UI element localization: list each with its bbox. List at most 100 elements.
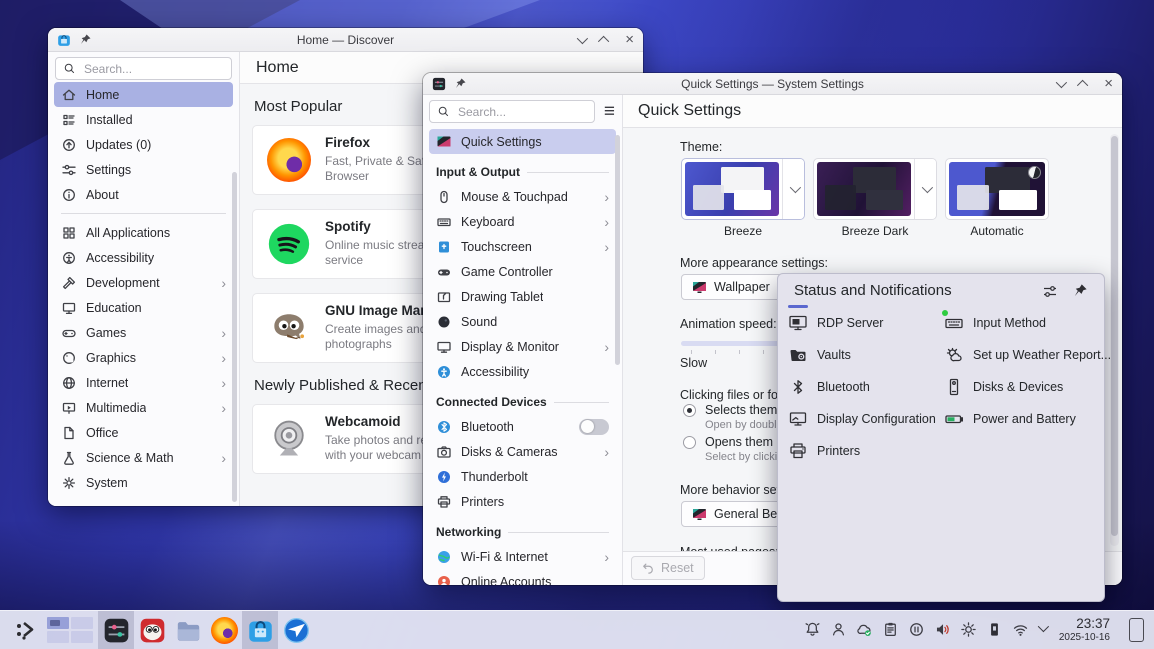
sidebar-item-games[interactable]: Games › (54, 320, 233, 345)
maximize-button[interactable] (598, 35, 609, 46)
sidebar-item-updates[interactable]: Updates (0) (54, 132, 233, 157)
configure-sliders-icon[interactable] (1042, 284, 1058, 300)
desktop-2[interactable] (71, 617, 93, 629)
sidebar-item-display-monitor[interactable]: Display & Monitor › (429, 334, 616, 359)
pin-icon[interactable] (79, 33, 92, 46)
pin-icon[interactable] (1073, 283, 1088, 298)
reset-button[interactable]: Reset (631, 556, 705, 580)
popup-item-vaults[interactable]: Vaults (788, 340, 851, 370)
sidebar-item-thunderbolt[interactable]: Thunderbolt (429, 464, 616, 489)
volume-icon[interactable] (934, 621, 951, 638)
digital-clock[interactable]: 23:37 2025-10-16 (1059, 616, 1110, 643)
radio-opens-label[interactable]: Opens them (705, 435, 773, 449)
toggle-knob (581, 420, 594, 433)
sidebar-scrollbar[interactable] (232, 172, 237, 502)
close-button[interactable]: × (625, 32, 634, 47)
task-system-settings[interactable] (98, 611, 134, 649)
search-input[interactable] (82, 61, 224, 77)
minimize-button[interactable] (577, 32, 588, 43)
sidebar-item-game-controller[interactable]: Game Controller (429, 259, 616, 284)
sidebar-item-internet[interactable]: Internet › (54, 370, 233, 395)
popup-item-weather[interactable]: Set up Weather Report... (944, 340, 1111, 370)
sidebar-item-mouse-touchpad[interactable]: Mouse & Touchpad › (429, 184, 616, 209)
pin-icon[interactable] (454, 77, 467, 90)
task-file-manager[interactable] (170, 611, 206, 649)
sidebar-item-installed[interactable]: Installed (54, 107, 233, 132)
popup-item-display-configuration[interactable]: Display Configuration (788, 404, 936, 434)
popup-item-input-method[interactable]: Input Method (944, 308, 1046, 338)
desktop-3[interactable] (47, 631, 69, 643)
user-icon[interactable] (830, 621, 847, 638)
app-launcher-button[interactable] (10, 611, 42, 649)
popup-item-disks-devices[interactable]: Disks & Devices (944, 372, 1063, 402)
clipboard-icon[interactable] (882, 621, 899, 638)
close-button[interactable]: × (1104, 76, 1113, 91)
maximize-button[interactable] (1077, 79, 1088, 90)
task-red-face-app[interactable] (134, 611, 170, 649)
minimize-button[interactable] (1056, 76, 1067, 87)
media-pause-icon[interactable] (908, 621, 925, 638)
sidebar-scrollbar[interactable] (615, 135, 620, 365)
sidebar-item-printers[interactable]: Printers (429, 489, 616, 514)
sidebar-item-online-accounts[interactable]: Online Accounts (429, 569, 616, 585)
chevron-right-icon: › (221, 326, 226, 340)
popup-item-rdp-server[interactable]: RDP Server (788, 308, 883, 338)
theme-option-automatic[interactable] (945, 158, 1049, 220)
discover-search[interactable] (55, 57, 232, 80)
sidebar-item-science-math[interactable]: Science & Math › (54, 445, 233, 470)
theme-dropdown-button[interactable] (782, 159, 804, 219)
sidebar-item-office[interactable]: Office (54, 420, 233, 445)
sidebar-item-keyboard[interactable]: Keyboard › (429, 209, 616, 234)
wifi-icon[interactable] (1012, 621, 1029, 638)
radio-selects-label[interactable]: Selects them (705, 403, 777, 417)
radio-opens-them[interactable] (683, 436, 696, 449)
sidebar-item-accessibility[interactable]: Accessibility (54, 245, 233, 270)
task-falkon[interactable] (278, 611, 314, 649)
popup-item-bluetooth[interactable]: Bluetooth (788, 372, 870, 402)
settings-search-input[interactable] (456, 104, 587, 120)
chevron-right-icon: › (604, 550, 609, 564)
sidebar-item-education[interactable]: Education (54, 295, 233, 320)
sidebar-item-disks-cameras[interactable]: Disks & Cameras › (429, 439, 616, 464)
sidebar-item-wifi-internet[interactable]: Wi-Fi & Internet › (429, 544, 616, 569)
device-icon[interactable] (986, 621, 1003, 638)
sidebar-item-development[interactable]: Development › (54, 270, 233, 295)
show-desktop-button[interactable] (1129, 618, 1144, 642)
sidebar-item-quick-settings[interactable]: Quick Settings (429, 129, 616, 154)
radio-selects-them[interactable] (683, 404, 696, 417)
desktop-1[interactable] (47, 617, 69, 629)
monitor-icon (61, 300, 77, 316)
sidebar-item-bluetooth[interactable]: Bluetooth (429, 414, 616, 439)
menu-button[interactable]: ≡ (603, 102, 616, 121)
theme-dropdown-button[interactable] (914, 159, 936, 219)
task-discover[interactable] (242, 611, 278, 649)
sidebar-item-multimedia[interactable]: Multimedia › (54, 395, 233, 420)
task-firefox[interactable] (206, 611, 242, 649)
sidebar-item-drawing-tablet[interactable]: Drawing Tablet (429, 284, 616, 309)
sidebar-item-touchscreen[interactable]: Touchscreen › (429, 234, 616, 259)
sidebar-item-home[interactable]: Home (54, 82, 233, 107)
popup-item-printers[interactable]: Printers (788, 436, 860, 466)
notifications-icon[interactable] (804, 621, 821, 638)
sidebar-item-accessibility[interactable]: Accessibility (429, 359, 616, 384)
sidebar-item-settings[interactable]: Settings (54, 157, 233, 182)
sidebar-item-system[interactable]: System (54, 470, 233, 495)
sidebar-item-sound[interactable]: Sound (429, 309, 616, 334)
theme-option-breeze-dark[interactable] (813, 158, 937, 220)
settings-search[interactable] (429, 100, 595, 123)
content-scrollbar[interactable] (1110, 134, 1119, 546)
cloud-sync-icon[interactable] (856, 621, 873, 638)
sidebar-item-graphics[interactable]: Graphics › (54, 345, 233, 370)
brightness-icon[interactable] (960, 621, 977, 638)
sidebar-item-about[interactable]: About (54, 182, 233, 207)
keyboard-icon (436, 214, 452, 230)
virtual-desktop-pager[interactable] (47, 617, 93, 643)
desktop-4[interactable] (71, 631, 93, 643)
bluetooth-toggle[interactable] (579, 419, 609, 435)
discover-titlebar[interactable]: Home — Discover × (48, 28, 643, 52)
system-settings-titlebar[interactable]: Quick Settings — System Settings × (423, 73, 1122, 95)
popup-item-power-battery[interactable]: Power and Battery (944, 404, 1076, 434)
expand-tray-icon[interactable] (1038, 621, 1049, 632)
theme-option-breeze[interactable] (681, 158, 805, 220)
sidebar-item-all-applications[interactable]: All Applications (54, 220, 233, 245)
